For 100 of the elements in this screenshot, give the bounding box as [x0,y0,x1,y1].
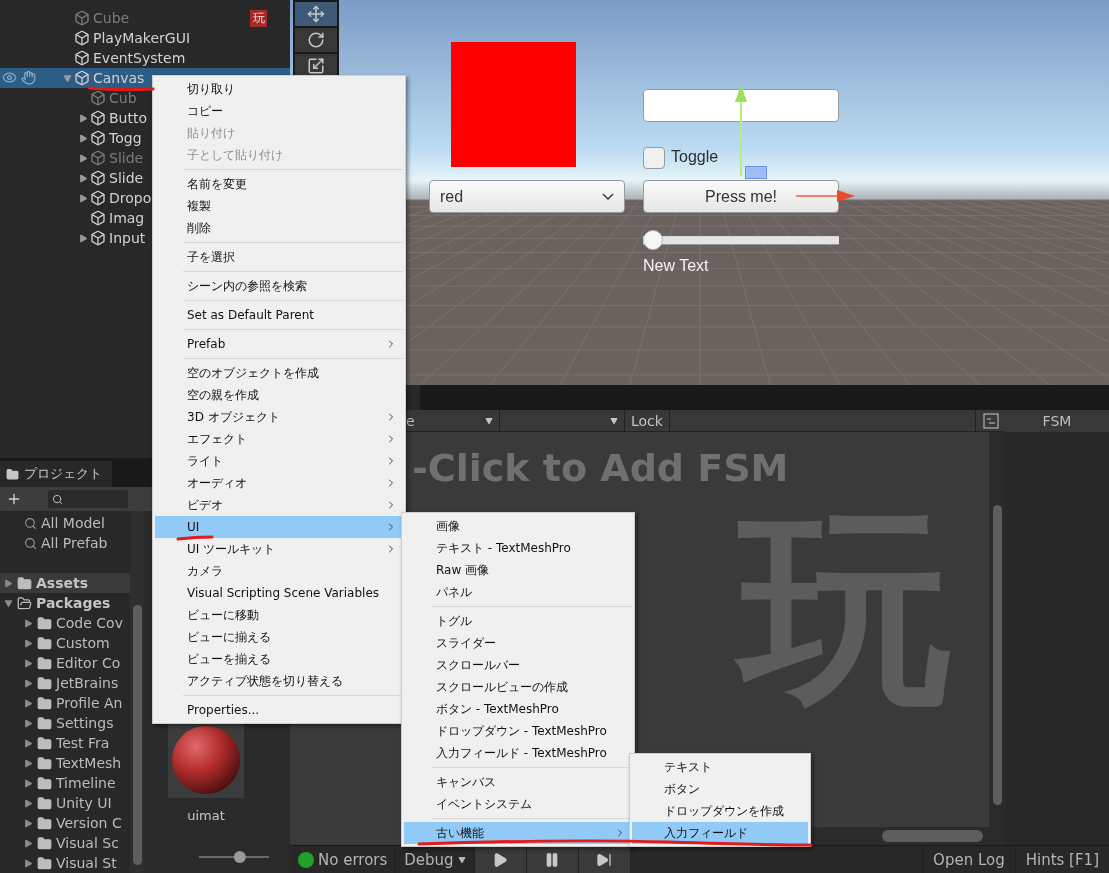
menu-item[interactable]: ビューに揃える [155,626,403,648]
folder-row[interactable]: Test Fra [0,733,130,753]
menu-item[interactable]: エフェクト [155,428,403,450]
hierarchy-row[interactable]: EventSystem [0,48,290,68]
menu-item[interactable]: UI [155,516,403,538]
folder-row[interactable]: Code Cov [0,613,130,633]
menu-item[interactable]: 空のオブジェクトを作成 [155,362,403,384]
menu-item[interactable]: アクティブ状態を切り替える [155,670,403,692]
expand-arrow-icon[interactable] [24,758,33,768]
slider[interactable] [643,230,839,250]
press-button[interactable]: Press me! [643,180,839,213]
expand-arrow-icon[interactable] [62,73,72,83]
folder-row[interactable]: Settings [0,713,130,733]
expand-arrow-icon[interactable] [24,718,33,728]
menu-item[interactable]: 削除 [155,217,403,239]
y-axis-arrow[interactable] [734,84,748,176]
add-icon[interactable] [6,491,22,507]
folder-row[interactable]: Timeline [0,773,130,793]
folder-row[interactable]: Version C [0,813,130,833]
menu-item[interactable]: イベントシステム [404,793,632,815]
favorite-item[interactable]: All Model [0,513,130,533]
slider-thumb[interactable] [233,851,246,863]
menu-item[interactable]: ドロップダウンを作成 [632,800,808,822]
menu-item[interactable]: 入力フィールド - TextMeshPro [404,742,632,764]
expand-arrow-icon[interactable] [24,778,33,788]
menu-item[interactable]: トグル [404,610,632,632]
expand-arrow-icon[interactable] [24,798,33,808]
project-tab[interactable]: プロジェクト [0,461,112,487]
plane-handle[interactable] [745,166,767,179]
menu-item[interactable]: Set as Default Parent [155,304,403,326]
menu-item[interactable]: 入力フィールド [632,822,808,844]
material-thumbnail[interactable] [168,722,244,798]
menu-item[interactable]: コピー [155,100,403,122]
expand-arrow-icon[interactable] [24,698,33,708]
error-status[interactable]: No errors [290,846,397,873]
expand-arrow-icon[interactable] [24,658,33,668]
expand-arrow-icon[interactable] [78,233,88,243]
lock-button[interactable]: Lock [625,410,670,431]
menu-item[interactable]: 空の親を作成 [155,384,403,406]
x-axis-arrow[interactable] [796,189,856,203]
menu-item[interactable]: ビデオ [155,494,403,516]
move-tool[interactable] [295,2,337,26]
expand-arrow-icon[interactable] [4,578,13,588]
toggle-checkbox[interactable] [643,147,665,169]
folder-row[interactable]: Visual Sc [0,833,130,853]
menu-item[interactable]: Visual Scripting Scene Variables [155,582,403,604]
menu-item[interactable]: ビューを揃える [155,648,403,670]
folder-row[interactable]: Packages [0,593,130,613]
menu-item[interactable]: 画像 [404,515,632,537]
expand-arrow-icon[interactable] [24,678,33,688]
folder-row[interactable]: Profile An [0,693,130,713]
menu-item[interactable]: ボタン [632,778,808,800]
hierarchy-row[interactable]: PlayMakerGUI [0,28,290,48]
expand-arrow-icon[interactable] [4,598,13,608]
expand-arrow-icon[interactable] [24,858,33,868]
folder-row[interactable]: JetBrains [0,673,130,693]
menu-item[interactable]: シーン内の参照を検索 [155,275,403,297]
menu-item[interactable]: スクロールバー [404,654,632,676]
menu-item[interactable]: Prefab [155,333,403,355]
open-log-button[interactable]: Open Log [922,846,1015,873]
favorite-item[interactable]: All Prefab [0,533,130,553]
scrollbar[interactable] [812,827,989,845]
scale-tool[interactable] [295,54,337,78]
menu-item[interactable]: Properties... [155,699,403,721]
menu-item[interactable]: 複製 [155,195,403,217]
folder-row[interactable]: Visual St [0,853,130,873]
menu-item[interactable]: オーディオ [155,472,403,494]
menu-item[interactable]: 3D オブジェクト [155,406,403,428]
menu-item[interactable]: スライダー [404,632,632,654]
dropdown[interactable]: red [429,180,625,213]
menu-item[interactable]: UI ツールキット [155,538,403,560]
folder-row[interactable]: Unity UI [0,793,130,813]
rotate-tool[interactable] [295,28,337,52]
menu-item[interactable]: 名前を変更 [155,173,403,195]
menu-item[interactable]: ボタン - TextMeshPro [404,698,632,720]
folder-row[interactable]: Custom [0,633,130,653]
menu-item[interactable]: Raw 画像 [404,559,632,581]
scrollbar[interactable] [989,432,1005,845]
expand-arrow-icon[interactable] [78,133,88,143]
expand-arrow-icon[interactable] [78,173,88,183]
menu-item[interactable]: パネル [404,581,632,603]
fsm-tab[interactable]: FSM [1005,410,1109,432]
menu-item[interactable]: スクロールビューの作成 [404,676,632,698]
expand-arrow-icon[interactable] [78,113,88,123]
expand-arrow-icon[interactable] [24,738,33,748]
menu-item[interactable]: キャンバス [404,771,632,793]
menu-item[interactable]: テキスト - TextMeshPro [404,537,632,559]
menu-item[interactable]: カメラ [155,560,403,582]
search-field[interactable] [48,490,128,508]
menu-item[interactable]: ライト [155,450,403,472]
menu-item[interactable]: ドロップダウン - TextMeshPro [404,720,632,742]
folder-row[interactable]: Assets [0,573,130,593]
expand-arrow-icon[interactable] [24,838,33,848]
zoom-slider[interactable] [199,851,269,863]
expand-arrow-icon[interactable] [78,193,88,203]
scrollbar[interactable] [130,511,144,873]
expand-arrow-icon[interactable] [24,818,33,828]
folder-row[interactable]: Editor Co [0,653,130,673]
expand-arrow-icon[interactable] [24,618,33,628]
menu-item[interactable]: ビューに移動 [155,604,403,626]
